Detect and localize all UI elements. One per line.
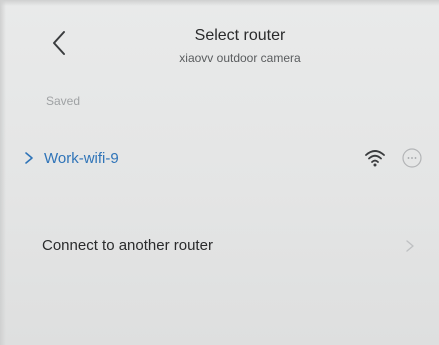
select-router-screen: Select router xiaovv outdoor camera Save… bbox=[0, 0, 439, 345]
wifi-icon bbox=[365, 150, 385, 167]
chevron-right-icon bbox=[25, 152, 33, 164]
chevron-left-icon bbox=[53, 31, 65, 55]
network-name: Work-wifi-9 bbox=[44, 150, 119, 167]
connect-another-router-label: Connect to another router bbox=[42, 237, 213, 254]
saved-section-label: Saved bbox=[46, 94, 81, 108]
screen-edge-shadow bbox=[0, 0, 439, 6]
saved-network-item[interactable]: Work-wifi-9 bbox=[0, 140, 439, 180]
back-button[interactable] bbox=[44, 28, 74, 58]
page-title: Select router bbox=[194, 27, 286, 44]
chevron-right-icon bbox=[406, 240, 414, 252]
more-icon[interactable] bbox=[402, 148, 422, 168]
page-subtitle: xiaovv outdoor camera bbox=[179, 51, 301, 65]
connect-another-router-item[interactable]: Connect to another router bbox=[0, 228, 439, 268]
